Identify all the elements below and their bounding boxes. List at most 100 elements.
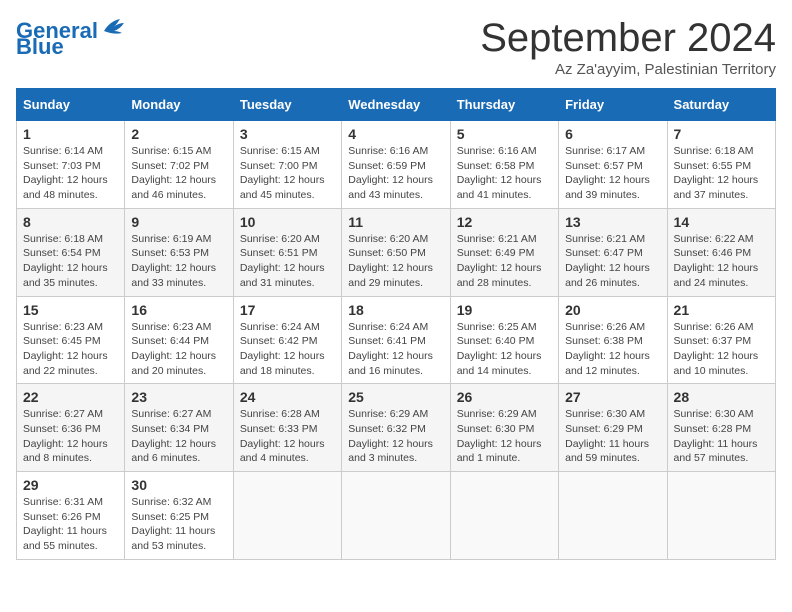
day-info: Sunrise: 6:30 AM Sunset: 6:28 PM Dayligh… bbox=[674, 407, 769, 466]
day-number: 29 bbox=[23, 477, 118, 493]
day-info: Sunrise: 6:27 AM Sunset: 6:36 PM Dayligh… bbox=[23, 407, 118, 466]
weekday-header-friday: Friday bbox=[559, 89, 667, 121]
day-info: Sunrise: 6:25 AM Sunset: 6:40 PM Dayligh… bbox=[457, 320, 552, 379]
calendar-cell: 19Sunrise: 6:25 AM Sunset: 6:40 PM Dayli… bbox=[450, 296, 558, 384]
calendar-cell bbox=[450, 472, 558, 560]
weekday-header-thursday: Thursday bbox=[450, 89, 558, 121]
day-number: 20 bbox=[565, 302, 660, 318]
calendar-cell: 3Sunrise: 6:15 AM Sunset: 7:00 PM Daylig… bbox=[233, 121, 341, 209]
day-info: Sunrise: 6:21 AM Sunset: 6:49 PM Dayligh… bbox=[457, 232, 552, 291]
day-number: 14 bbox=[674, 214, 769, 230]
day-info: Sunrise: 6:16 AM Sunset: 6:59 PM Dayligh… bbox=[348, 144, 443, 203]
day-number: 5 bbox=[457, 126, 552, 142]
calendar-cell: 18 Sunrise: 6:24 AM Sunset: 6:41 PM Dayli… bbox=[342, 296, 450, 384]
day-info: Sunrise: 6:29 AM Sunset: 6:30 PM Dayligh… bbox=[457, 407, 552, 466]
day-info: Sunrise: 6:32 AM Sunset: 6:25 PM Dayligh… bbox=[131, 495, 226, 554]
calendar-cell: 21 Sunrise: 6:26 AM Sunset: 6:37 PM Dayli… bbox=[667, 296, 775, 384]
day-info: Sunrise: 6:16 AM Sunset: 6:58 PM Dayligh… bbox=[457, 144, 552, 203]
day-info: Sunrise: 6:18 AM Sunset: 6:54 PM Dayligh… bbox=[23, 232, 118, 291]
calendar-table: SundayMondayTuesdayWednesdayThursdayFrid… bbox=[16, 88, 776, 560]
month-title: September 2024 bbox=[480, 16, 776, 61]
calendar-cell: 12 Sunrise: 6:21 AM Sunset: 6:49 PM Dayli… bbox=[450, 208, 558, 296]
calendar-cell: 14Sunrise: 6:22 AM Sunset: 6:46 PM Dayli… bbox=[667, 208, 775, 296]
day-number: 16 bbox=[131, 302, 226, 318]
day-info: Sunrise: 6:18 AM Sunset: 6:55 PM Dayligh… bbox=[674, 144, 769, 203]
day-info: Sunrise: 6:21 AM Sunset: 6:47 PM Dayligh… bbox=[565, 232, 660, 291]
calendar-week-2: 8 Sunrise: 6:18 AM Sunset: 6:54 PM Daylig… bbox=[17, 208, 776, 296]
day-info: Sunrise: 6:31 AM Sunset: 6:26 PM Dayligh… bbox=[23, 495, 118, 554]
calendar-cell: 20 Sunrise: 6:26 AM Sunset: 6:38 PM Dayli… bbox=[559, 296, 667, 384]
day-info: Sunrise: 6:26 AM Sunset: 6:37 PM Dayligh… bbox=[674, 320, 769, 379]
day-info: Sunrise: 6:24 AM Sunset: 6:41 PM Dayligh… bbox=[348, 320, 443, 379]
day-info: Sunrise: 6:29 AM Sunset: 6:32 PM Dayligh… bbox=[348, 407, 443, 466]
weekday-header-tuesday: Tuesday bbox=[233, 89, 341, 121]
calendar-cell: 16Sunrise: 6:23 AM Sunset: 6:44 PM Dayli… bbox=[125, 296, 233, 384]
day-number: 17 bbox=[240, 302, 335, 318]
day-number: 26 bbox=[457, 389, 552, 405]
day-number: 2 bbox=[131, 126, 226, 142]
calendar-week-4: 22 Sunrise: 6:27 AM Sunset: 6:36 PM Dayli… bbox=[17, 384, 776, 472]
calendar-cell: 23 Sunrise: 6:27 AM Sunset: 6:34 PM Dayli… bbox=[125, 384, 233, 472]
location-title: Az Za'ayyim, Palestinian Territory bbox=[480, 61, 776, 78]
calendar-cell: 28 Sunrise: 6:30 AM Sunset: 6:28 PM Dayli… bbox=[667, 384, 775, 472]
day-info: Sunrise: 6:26 AM Sunset: 6:38 PM Dayligh… bbox=[565, 320, 660, 379]
weekday-header-wednesday: Wednesday bbox=[342, 89, 450, 121]
day-number: 8 bbox=[23, 214, 118, 230]
calendar-cell: 13 Sunrise: 6:21 AM Sunset: 6:47 PM Dayli… bbox=[559, 208, 667, 296]
day-number: 1 bbox=[23, 126, 118, 142]
day-number: 6 bbox=[565, 126, 660, 142]
calendar-cell bbox=[559, 472, 667, 560]
calendar-cell: 8 Sunrise: 6:18 AM Sunset: 6:54 PM Daylig… bbox=[17, 208, 125, 296]
day-number: 12 bbox=[457, 214, 552, 230]
calendar-week-5: 29 Sunrise: 6:31 AM Sunset: 6:26 PM Dayli… bbox=[17, 472, 776, 560]
day-number: 30 bbox=[131, 477, 226, 493]
calendar-cell: 5 Sunrise: 6:16 AM Sunset: 6:58 PM Daylig… bbox=[450, 121, 558, 209]
day-info: Sunrise: 6:23 AM Sunset: 6:45 PM Dayligh… bbox=[23, 320, 118, 379]
day-info: Sunrise: 6:15 AM Sunset: 7:02 PM Dayligh… bbox=[131, 144, 226, 203]
day-number: 15 bbox=[23, 302, 118, 318]
day-info: Sunrise: 6:17 AM Sunset: 6:57 PM Dayligh… bbox=[565, 144, 660, 203]
day-number: 27 bbox=[565, 389, 660, 405]
logo: General Blue bbox=[16, 20, 128, 58]
day-number: 3 bbox=[240, 126, 335, 142]
day-info: Sunrise: 6:28 AM Sunset: 6:33 PM Dayligh… bbox=[240, 407, 335, 466]
calendar-cell: 2 Sunrise: 6:15 AM Sunset: 7:02 PM Daylig… bbox=[125, 121, 233, 209]
calendar-cell: 26 Sunrise: 6:29 AM Sunset: 6:30 PM Dayli… bbox=[450, 384, 558, 472]
day-number: 18 bbox=[348, 302, 443, 318]
day-number: 10 bbox=[240, 214, 335, 230]
weekday-header-sunday: Sunday bbox=[17, 89, 125, 121]
weekday-header-monday: Monday bbox=[125, 89, 233, 121]
calendar-cell: 22 Sunrise: 6:27 AM Sunset: 6:36 PM Dayli… bbox=[17, 384, 125, 472]
calendar-week-3: 15 Sunrise: 6:23 AM Sunset: 6:45 PM Dayli… bbox=[17, 296, 776, 384]
title-area: September 2024 Az Za'ayyim, Palestinian … bbox=[480, 16, 776, 78]
day-number: 21 bbox=[674, 302, 769, 318]
calendar-cell: 10 Sunrise: 6:20 AM Sunset: 6:51 PM Dayli… bbox=[233, 208, 341, 296]
day-info: Sunrise: 6:30 AM Sunset: 6:29 PM Dayligh… bbox=[565, 407, 660, 466]
calendar-week-1: 1 Sunrise: 6:14 AM Sunset: 7:03 PM Daylig… bbox=[17, 121, 776, 209]
weekday-header-saturday: Saturday bbox=[667, 89, 775, 121]
calendar-header-row: SundayMondayTuesdayWednesdayThursdayFrid… bbox=[17, 89, 776, 121]
calendar-cell: 11Sunrise: 6:20 AM Sunset: 6:50 PM Dayli… bbox=[342, 208, 450, 296]
calendar-cell bbox=[233, 472, 341, 560]
calendar-cell: 30 Sunrise: 6:32 AM Sunset: 6:25 PM Dayli… bbox=[125, 472, 233, 560]
day-number: 25 bbox=[348, 389, 443, 405]
day-number: 24 bbox=[240, 389, 335, 405]
day-info: Sunrise: 6:20 AM Sunset: 6:50 PM Dayligh… bbox=[348, 232, 443, 291]
logo-blue-text: Blue bbox=[16, 36, 64, 58]
calendar-cell: 9 Sunrise: 6:19 AM Sunset: 6:53 PM Daylig… bbox=[125, 208, 233, 296]
day-info: Sunrise: 6:14 AM Sunset: 7:03 PM Dayligh… bbox=[23, 144, 118, 203]
day-number: 13 bbox=[565, 214, 660, 230]
page-header: General Blue September 2024 Az Za'ayyim,… bbox=[16, 16, 776, 78]
day-number: 28 bbox=[674, 389, 769, 405]
calendar-cell: 25 Sunrise: 6:29 AM Sunset: 6:32 PM Dayli… bbox=[342, 384, 450, 472]
day-number: 4 bbox=[348, 126, 443, 142]
day-info: Sunrise: 6:20 AM Sunset: 6:51 PM Dayligh… bbox=[240, 232, 335, 291]
day-number: 23 bbox=[131, 389, 226, 405]
day-number: 9 bbox=[131, 214, 226, 230]
calendar-cell: 4 Sunrise: 6:16 AM Sunset: 6:59 PM Daylig… bbox=[342, 121, 450, 209]
day-info: Sunrise: 6:27 AM Sunset: 6:34 PM Dayligh… bbox=[131, 407, 226, 466]
day-info: Sunrise: 6:19 AM Sunset: 6:53 PM Dayligh… bbox=[131, 232, 226, 291]
calendar-cell: 17 Sunrise: 6:24 AM Sunset: 6:42 PM Dayli… bbox=[233, 296, 341, 384]
day-number: 22 bbox=[23, 389, 118, 405]
day-info: Sunrise: 6:24 AM Sunset: 6:42 PM Dayligh… bbox=[240, 320, 335, 379]
